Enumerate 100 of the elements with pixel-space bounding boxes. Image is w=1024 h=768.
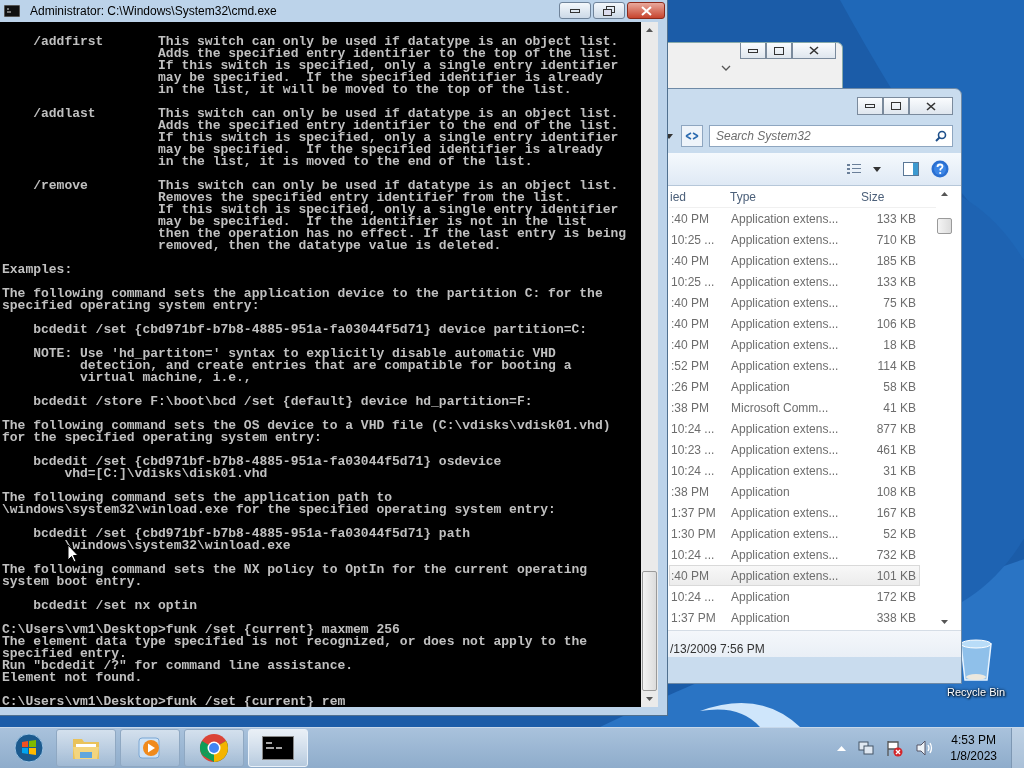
file-row[interactable]: :38 PM Application 108 KB [669, 481, 920, 502]
restore-button[interactable] [593, 2, 625, 19]
file-row[interactable]: :26 PM Application 58 KB [669, 376, 920, 397]
column-header[interactable]: ied [669, 190, 730, 204]
console-line: Run "bcdedit /?" for command line assistance. [2, 660, 355, 672]
close-button[interactable] [792, 43, 836, 59]
console-line: may be specified. If the identifier is not in the list [157, 216, 588, 228]
console-line: /addlast This switch can only be used if datatype is an object list. [32, 108, 620, 120]
date-text: /13/2009 7:56 PM [670, 642, 765, 656]
scrollbar-thumb[interactable] [642, 571, 657, 691]
console-line: bcdedit /set {cbd971bf-b7b8-4885-951a-fa03044f5d71} osdevice [32, 456, 503, 468]
console-line: The following command sets the OS device to a VHD file (C:\vdisks\vdisk01.vhd) [2, 420, 612, 432]
maximize-icon [891, 102, 901, 110]
console-line: Examples: [2, 264, 74, 276]
file-row[interactable]: 10:23 ... Application extens... 461 KB [669, 439, 920, 460]
minimize-button[interactable] [740, 43, 766, 59]
browser-icon [199, 733, 229, 763]
file-row[interactable]: 1:37 PM Application extens... 167 KB [669, 502, 920, 523]
dropdown-arrow-icon[interactable] [873, 166, 881, 172]
maximize-button[interactable] [883, 97, 909, 115]
console-line: \windows\system32\winload.exe for the specified operating system entry: [2, 504, 557, 516]
console-line: may be specified. If the specified identifier is already [157, 144, 604, 156]
clock-date: 1/8/2023 [950, 748, 997, 764]
file-row[interactable]: 10:24 ... Application extens... 732 KB [669, 544, 920, 565]
console-line: specified entry. [2, 648, 128, 660]
scrollbar-thumb[interactable] [937, 218, 952, 234]
desktop-icon-label[interactable]: Recycle Bin [946, 686, 1006, 698]
file-row[interactable]: 1:37 PM Application 338 KB [669, 607, 920, 628]
flag-error-icon[interactable] [886, 739, 905, 757]
minimize-icon [748, 48, 758, 53]
console-icon [262, 736, 294, 760]
console-line: \windows\system32\winload.exe [63, 540, 291, 552]
file-row[interactable]: :40 PM Application extens... 133 KB [669, 208, 920, 229]
scrollbar[interactable] [641, 22, 658, 707]
console-line: The element data type specified is not recognized, or does not apply to the [2, 636, 589, 648]
file-row[interactable]: :40 PM Application extens... 18 KB [669, 334, 920, 355]
file-row[interactable]: :40 PM Application extens... 75 KB [669, 292, 920, 313]
close-button[interactable] [627, 2, 665, 19]
console-line: specified operating system entry: [2, 300, 260, 312]
preview-pane-icon[interactable] [903, 162, 919, 176]
view-list-icon[interactable] [847, 163, 861, 175]
minimize-icon [570, 8, 580, 13]
help-icon[interactable] [931, 160, 949, 178]
console-line: in the list, it will be moved to the top of the list. [157, 84, 572, 96]
console-line: Removes the specified entry identifier from the list. [157, 192, 572, 204]
console-line: The following command sets the application path to [2, 492, 393, 504]
scroll-up-icon[interactable] [646, 28, 653, 32]
windows-logo-icon [14, 733, 44, 763]
file-row[interactable]: 10:24 ... Application 172 KB [669, 586, 920, 607]
file-row[interactable]: :40 PM Application extens... 101 KB [669, 565, 920, 586]
file-row[interactable]: :40 PM Application extens... 106 KB [669, 313, 920, 334]
console-line: vhd=[C:]\vdisks\disk01.vhd [63, 468, 268, 480]
console-line: /addfirst This switch can only be used if datatype is an object list. [32, 36, 620, 48]
console-line: removed, then the datatype value is deleted. [157, 240, 503, 252]
speaker-icon[interactable] [916, 740, 935, 756]
file-row[interactable]: 10:24 ... Application extens... 877 KB [669, 418, 920, 439]
file-row[interactable]: :38 PM Microsoft Comm... 41 KB [669, 397, 920, 418]
console-line: If this switch is specified, only a single entry identifier [157, 60, 620, 72]
console-line: If this switch is specified, only a single entry identifier [157, 132, 620, 144]
console-line: system boot entry. [2, 576, 144, 588]
console-line: detection, and create entries that are compatible for booting a [79, 360, 573, 372]
close-button[interactable] [909, 97, 953, 115]
file-row[interactable]: 10:24 ... Application extens... 31 KB [669, 460, 920, 481]
console-line: NOTE: Use 'hd_partiton=' syntax to explicitly disable automatic VHD [32, 348, 557, 360]
minimize-button[interactable] [857, 97, 883, 115]
console-line: bcdedit /set {cbd971bf-b7b8-4885-951a-fa03044f5d71} device partition=C: [32, 324, 589, 336]
restore-icon [603, 5, 615, 16]
file-row[interactable]: 1:30 PM Application extens... 52 KB [669, 523, 920, 544]
console-line: If this switch is specified, only a single entry identifier [157, 204, 620, 216]
console-line: /remove This switch can only be used if datatype is an object list. [32, 180, 620, 192]
close-icon [809, 46, 819, 55]
console-line: then the operation has no effect. If the last entry is being [157, 228, 628, 240]
console-line: for the specified operating system entry: [2, 432, 323, 444]
search-field[interactable]: Search System32 [709, 125, 953, 147]
maximize-button[interactable] [766, 43, 792, 59]
console-line: bcdedit /set {cbd971bf-b7b8-4885-951a-fa03044f5d71} path [32, 528, 472, 540]
console-line: may be specified. If the specified identifier is already [157, 72, 604, 84]
window-title: Administrator: C:\Windows\System32\cmd.exe [30, 4, 277, 18]
file-row[interactable]: :52 PM Application extens... 114 KB [669, 355, 920, 376]
search-icon[interactable] [935, 130, 947, 142]
console-line: C:\Users\vm1\Desktop>funk /set {current} maxmem 256 [2, 624, 401, 636]
column-header[interactable]: Size [851, 190, 925, 204]
minimize-icon [865, 104, 875, 108]
chevron-down-icon[interactable] [721, 65, 731, 71]
file-row[interactable]: :40 PM Application extens... 185 KB [669, 250, 920, 271]
console-icon [4, 5, 20, 17]
column-header[interactable]: Type [730, 190, 851, 204]
network-icon[interactable] [858, 740, 875, 756]
file-row[interactable]: 10:25 ... Application extens... 710 KB [669, 229, 920, 250]
refresh-button[interactable] [681, 125, 703, 147]
scroll-up-icon[interactable] [941, 192, 948, 196]
scroll-down-icon[interactable] [646, 697, 653, 701]
console-line: in the list, it is moved to the end of the list. [157, 156, 534, 168]
close-icon [640, 5, 652, 16]
console-line: Adds the specified entry identifier to the end of the list. [157, 120, 620, 132]
console-line: The following command sets the NX policy to OptIn for the current operating [2, 564, 589, 576]
minimize-button[interactable] [559, 2, 591, 19]
console-line: C:\Users\vm1\Desktop>funk /set {current} rem [2, 696, 347, 707]
clock[interactable]: 4:53 PM 1/8/2023 [950, 732, 997, 764]
file-row[interactable]: 10:25 ... Application extens... 133 KB [669, 271, 920, 292]
